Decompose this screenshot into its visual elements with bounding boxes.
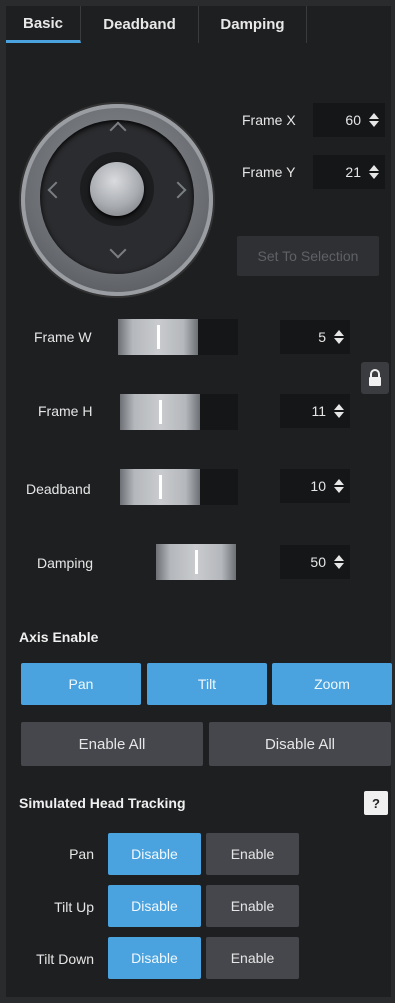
lock-icon[interactable] [361, 362, 389, 394]
head-tilt-up-enable-button[interactable]: Enable [206, 885, 299, 927]
frame-w-value: 5 [318, 329, 326, 345]
disable-all-button[interactable]: Disable All [209, 722, 391, 766]
frame-x-label: Frame X [242, 112, 296, 128]
spinner-icon[interactable] [334, 555, 344, 569]
head-tilt-down-label: Tilt Down [36, 951, 94, 967]
damping-label: Damping [37, 555, 94, 571]
deadband-stepper[interactable]: 10 [280, 469, 350, 503]
spinner-icon[interactable] [369, 113, 379, 127]
deadband-label: Deadband [26, 481, 91, 497]
spinner-icon[interactable] [334, 330, 344, 344]
head-tracking-heading: Simulated Head Tracking [19, 795, 186, 811]
head-pan-enable-button[interactable]: Enable [206, 833, 299, 875]
spinner-icon[interactable] [369, 165, 379, 179]
head-pan-label: Pan [69, 846, 94, 862]
head-pan-disable-button[interactable]: Disable [108, 833, 201, 875]
spinner-icon[interactable] [334, 404, 344, 418]
axis-pan-button[interactable]: Pan [21, 663, 141, 705]
frame-h-stepper[interactable]: 11 [280, 394, 350, 428]
frame-y-value: 21 [345, 164, 361, 180]
axis-tilt-button[interactable]: Tilt [147, 663, 267, 705]
head-tilt-up-disable-button[interactable]: Disable [108, 885, 201, 927]
help-icon[interactable]: ? [364, 791, 388, 815]
deadband-slider-handle[interactable] [120, 469, 200, 505]
head-tilt-down-enable-button[interactable]: Enable [206, 937, 299, 979]
deadband-value: 10 [310, 478, 326, 494]
enable-all-button[interactable]: Enable All [21, 722, 203, 766]
frame-x-stepper[interactable]: 60 [313, 103, 385, 137]
frame-h-value: 11 [311, 403, 326, 419]
joystick-knob[interactable] [90, 162, 144, 216]
frame-h-slider-handle[interactable] [120, 394, 200, 430]
frame-h-label: Frame H [38, 403, 93, 419]
tab-deadband[interactable]: Deadband [81, 6, 199, 43]
spinner-icon[interactable] [334, 479, 344, 493]
tab-bar: Basic Deadband Damping [6, 6, 391, 43]
frame-w-stepper[interactable]: 5 [280, 320, 350, 354]
axis-enable-heading: Axis Enable [19, 629, 99, 645]
damping-value: 50 [310, 554, 326, 570]
damping-stepper[interactable]: 50 [280, 545, 350, 579]
frame-y-label: Frame Y [242, 164, 296, 180]
frame-y-stepper[interactable]: 21 [313, 155, 385, 189]
frame-x-value: 60 [345, 112, 361, 128]
tab-basic[interactable]: Basic [6, 6, 81, 43]
head-tilt-up-label: Tilt Up [54, 899, 94, 915]
damping-slider-handle[interactable] [156, 544, 236, 580]
frame-w-slider-handle[interactable] [118, 319, 198, 355]
tab-damping[interactable]: Damping [199, 6, 307, 43]
axis-zoom-button[interactable]: Zoom [272, 663, 392, 705]
head-tilt-down-disable-button[interactable]: Disable [108, 937, 201, 979]
set-to-selection-button[interactable]: Set To Selection [237, 236, 379, 276]
frame-w-label: Frame W [34, 329, 92, 345]
